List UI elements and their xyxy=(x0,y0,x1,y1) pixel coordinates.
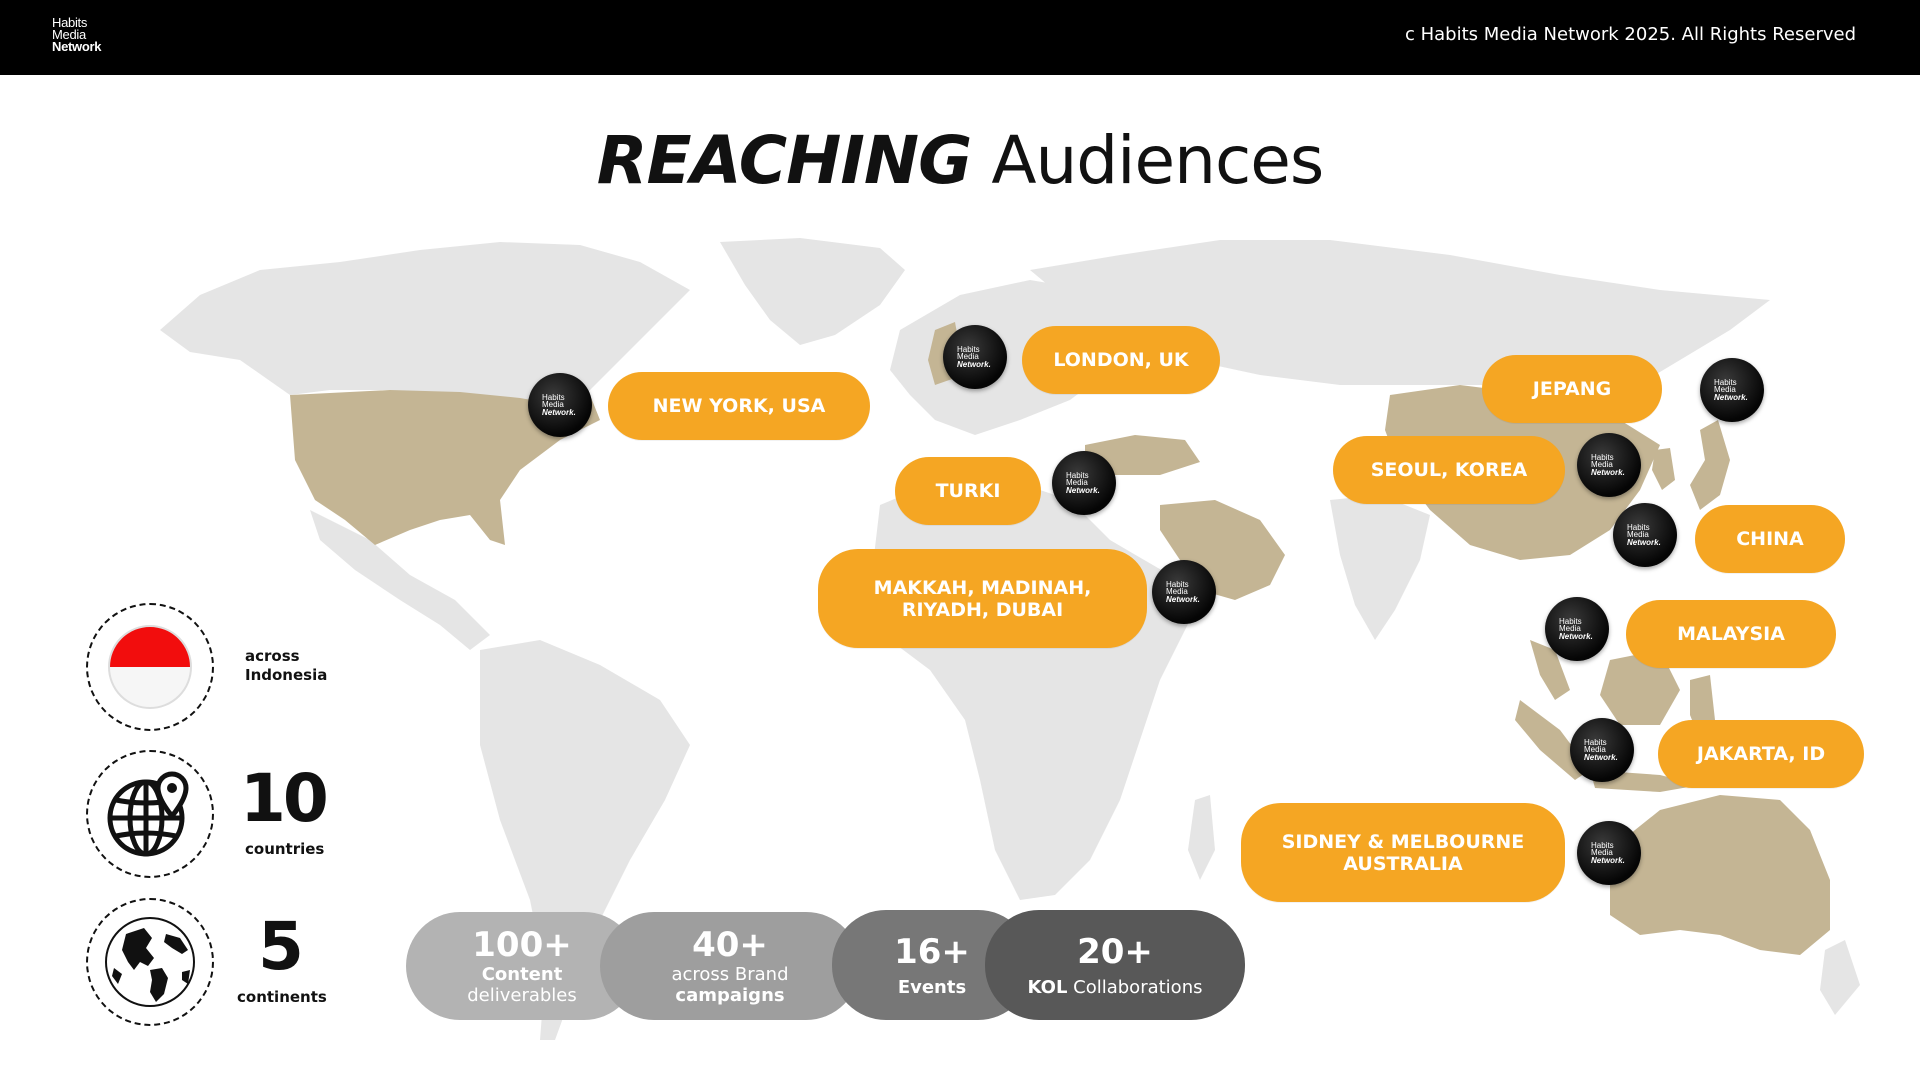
title-strong: REACHING xyxy=(596,122,973,199)
location-label: NEW YORK, USA xyxy=(652,395,826,417)
location-label: SIDNEY & MELBOURNE AUSTRALIA xyxy=(1281,830,1525,875)
continents-label: continents xyxy=(237,988,327,1006)
brand-badge-malaysia: Habits Media Network. xyxy=(1545,597,1609,661)
location-label: LONDON, UK xyxy=(1053,349,1189,371)
continents-count: 5 xyxy=(258,908,304,985)
continents-stat-circle xyxy=(86,898,214,1026)
metric-value: 16+ xyxy=(894,931,970,972)
location-pill-china: CHINA xyxy=(1695,505,1845,573)
indonesia-stat-circle xyxy=(86,603,214,731)
metric-value: 20+ xyxy=(1077,931,1153,972)
metric-value: 100+ xyxy=(472,925,572,965)
brand-badge-jakarta: Habits Media Network. xyxy=(1570,718,1634,782)
location-label: TURKI xyxy=(935,480,1001,502)
metric-line2: campaigns xyxy=(675,985,785,1006)
map-greenland xyxy=(720,238,905,345)
metric-line1: Content xyxy=(481,964,563,985)
metric-line1-rest: Collaborations xyxy=(1067,976,1203,998)
title-light: Audiences xyxy=(991,122,1324,199)
page-title: REACHING Audiences xyxy=(0,122,1920,199)
map-africa xyxy=(870,480,1190,900)
brand-badge-sidney: Habits Media Network. xyxy=(1577,821,1641,885)
location-pill-makkah: MAKKAH, MADINAH, RIYADH, DUBAI xyxy=(818,549,1147,648)
location-label: MALAYSIA xyxy=(1677,623,1785,645)
map-madagascar xyxy=(1188,795,1215,880)
metric-line1: across Brand xyxy=(671,964,789,985)
metric-value: 40+ xyxy=(692,925,768,965)
brand-badge-seoul: Habits Media Network. xyxy=(1577,433,1641,497)
map-korea xyxy=(1652,448,1675,490)
location-label: JAKARTA, ID xyxy=(1696,743,1826,765)
metric-line1: Events xyxy=(897,976,967,998)
location-pill-seoul: SEOUL, KOREA xyxy=(1333,436,1565,504)
location-pill-malaysia: MALAYSIA xyxy=(1626,600,1836,668)
map-canada xyxy=(160,242,690,410)
location-pill-jepang: JEPANG xyxy=(1482,355,1662,423)
indonesia-stat-label: across Indonesia xyxy=(245,647,328,684)
brand-badge-china: Habits Media Network. xyxy=(1613,503,1677,567)
brand-badge-turki: Habits Media Network. xyxy=(1052,451,1116,515)
countries-stat-circle xyxy=(86,750,214,878)
map-india xyxy=(1330,495,1430,640)
brand-badge-makkah: Habits Media Network. xyxy=(1152,560,1216,624)
brand-badge-new-york: Habits Media Network. xyxy=(528,373,592,437)
location-label: SEOUL, KOREA xyxy=(1370,459,1528,481)
map-australia xyxy=(1610,795,1830,955)
metric-line2: deliverables xyxy=(467,985,577,1006)
location-pill-sidney: SIDNEY & MELBOURNE AUSTRALIA xyxy=(1241,803,1565,902)
location-label: MAKKAH, MADINAH, RIYADH, DUBAI xyxy=(873,576,1092,621)
countries-count: 10 xyxy=(240,760,329,837)
location-pill-jakarta: JAKARTA, ID xyxy=(1658,720,1864,788)
location-pill-london: LONDON, UK xyxy=(1022,326,1220,394)
earth-icon xyxy=(105,917,195,1007)
location-label: CHINA xyxy=(1736,528,1804,550)
indonesia-flag-icon xyxy=(108,625,192,709)
brand-badge-london: Habits Media Network. xyxy=(943,325,1007,389)
metric-campaigns: 40+ across Brand campaigns xyxy=(600,912,860,1020)
brand-badge-jepang: Habits Media Network. xyxy=(1700,358,1764,422)
metric-kol: 20+ KOL Collaborations xyxy=(985,910,1245,1020)
map-japan xyxy=(1690,420,1730,510)
globe-pin-icon xyxy=(107,771,189,857)
location-pill-turki: TURKI xyxy=(895,457,1041,525)
metric-line1-bold: KOL xyxy=(1027,976,1068,998)
countries-label: countries xyxy=(245,840,325,858)
map-new-zealand xyxy=(1820,940,1860,1015)
location-pill-new-york: NEW YORK, USA xyxy=(608,372,870,440)
location-label: JEPANG xyxy=(1532,378,1612,400)
